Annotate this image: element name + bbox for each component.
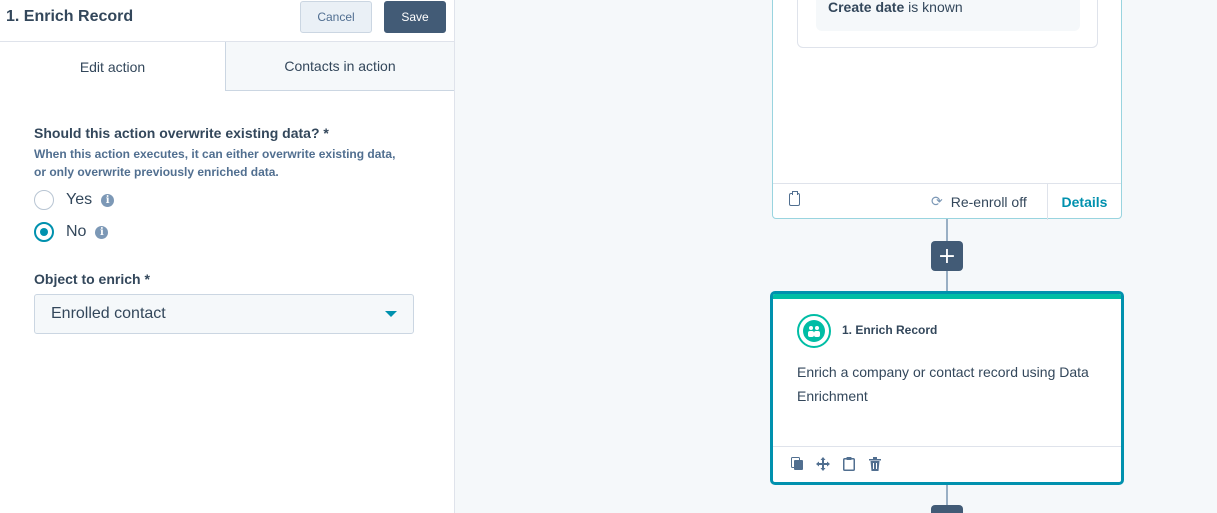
connector-line	[946, 271, 948, 291]
radio-yes-label: Yes	[66, 191, 93, 208]
filter-condition: is known	[908, 0, 963, 15]
object-to-enrich-label: Object to enrich *	[34, 271, 150, 287]
filter-group: Create date is known	[797, 0, 1098, 48]
people-icon	[803, 320, 825, 342]
reenroll-label: Re-enroll off	[950, 193, 1027, 210]
filter-criteria: Create date is known	[816, 0, 1080, 31]
radio-no[interactable]	[34, 222, 54, 242]
edit-action-panel: 1. Enrich Record Cancel Save Edit action…	[0, 0, 455, 513]
tab-edit-action[interactable]: Edit action	[0, 42, 225, 91]
clipboard-icon[interactable]	[789, 191, 800, 206]
panel-tabs: Edit action Contacts in action	[0, 42, 454, 91]
filter-property: Create date	[828, 0, 905, 15]
action-card-accent-bar	[773, 294, 1121, 299]
object-to-enrich-select[interactable]: Enrolled contact	[34, 294, 414, 334]
connector-line	[946, 485, 948, 505]
overwrite-question-label: Should this action overwrite existing da…	[34, 125, 329, 141]
radio-yes[interactable]	[34, 190, 54, 210]
radio-option-yes[interactable]: Yes i	[34, 190, 115, 210]
cancel-button[interactable]: Cancel	[300, 1, 372, 33]
reenroll-toggle[interactable]: ⟳ Re-enroll off	[931, 193, 1027, 210]
overwrite-help-text: When this action executes, it can either…	[34, 147, 396, 179]
radio-no-label: No	[66, 223, 87, 240]
action-card-title: 1. Enrich Record	[842, 323, 938, 337]
action-card-description: Enrich a company or contact record using…	[797, 364, 1089, 404]
trash-icon[interactable]	[867, 456, 883, 472]
panel-title: 1. Enrich Record	[6, 8, 134, 25]
panel-header: 1. Enrich Record Cancel Save	[0, 0, 454, 42]
clipboard-icon[interactable]	[841, 456, 857, 472]
tab-contacts-in-action[interactable]: Contacts in action	[225, 42, 454, 91]
trigger-card-footer: ⟳ Re-enroll off Details	[773, 183, 1121, 220]
connector-line	[946, 219, 948, 241]
object-to-enrich-value: Enrolled contact	[51, 305, 166, 322]
radio-option-no[interactable]: No i	[34, 222, 109, 242]
add-action-button[interactable]: +	[931, 241, 963, 271]
info-icon[interactable]: i	[95, 225, 109, 239]
data-enrichment-icon	[797, 314, 831, 348]
caret-down-icon	[385, 311, 397, 317]
add-action-button[interactable]	[931, 505, 963, 513]
info-icon[interactable]: i	[101, 193, 115, 207]
enrich-record-action-card[interactable]: 1. Enrich Record Enrich a company or con…	[770, 291, 1124, 485]
action-card-footer	[773, 446, 1121, 482]
enrollment-trigger-card[interactable]: Create date is known ⟳ Re-enroll off Det…	[772, 0, 1122, 220]
move-icon[interactable]	[815, 456, 831, 472]
refresh-icon: ⟳	[931, 193, 943, 209]
details-button[interactable]: Details	[1047, 184, 1121, 220]
save-button[interactable]: Save	[384, 1, 446, 33]
copy-icon[interactable]	[789, 456, 805, 472]
